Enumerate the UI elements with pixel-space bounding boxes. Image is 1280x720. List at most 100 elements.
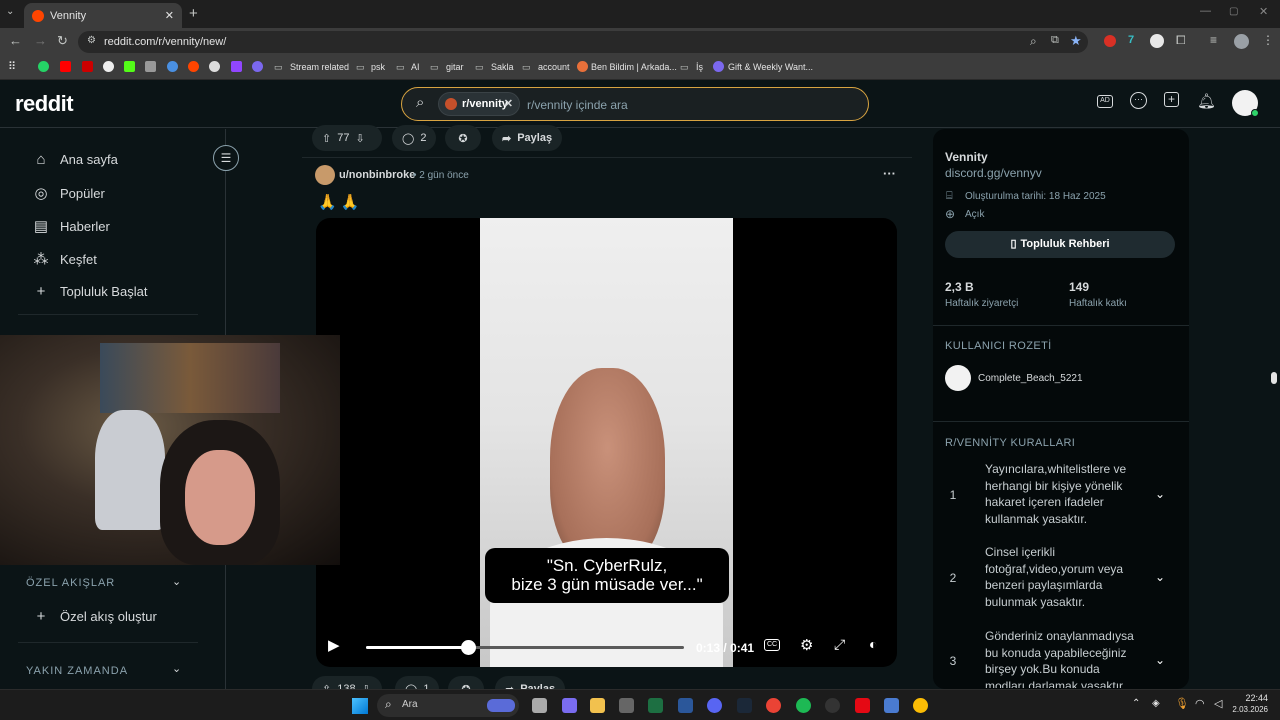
- extensions-puzzle-icon[interactable]: ⧠: [1176, 33, 1186, 48]
- bookmark-icon[interactable]: [82, 61, 93, 72]
- apps-grid-icon[interactable]: ⠿: [8, 60, 16, 73]
- reddit-icon[interactable]: [188, 61, 199, 72]
- minimize-icon[interactable]: —: [1200, 5, 1211, 17]
- clock-date[interactable]: 2.03.2026: [1228, 705, 1268, 714]
- url-field[interactable]: ⚙ reddit.com/r/vennity/new/ ⌕ ⧉ ★: [78, 31, 1088, 53]
- nav-start-community[interactable]: + Topluluk Başlat: [32, 283, 148, 300]
- browser-tab[interactable]: Vennity ✕: [24, 3, 182, 28]
- upvote-icon[interactable]: ⇧: [322, 132, 331, 145]
- community-guide-button[interactable]: ▯ Topluluk Rehberi: [945, 231, 1175, 258]
- bookmark-icon[interactable]: [167, 61, 178, 72]
- microphone-icon[interactable]: 🎙︎: [1175, 697, 1189, 710]
- new-tab-icon[interactable]: +: [189, 5, 198, 22]
- tab-list-icon[interactable]: ⌄: [6, 6, 14, 17]
- user-avatar[interactable]: [1232, 90, 1259, 117]
- whatsapp-icon[interactable]: [38, 61, 49, 72]
- copilot-icon[interactable]: [562, 698, 577, 713]
- comments-button[interactable]: ◯ 2: [392, 125, 437, 151]
- video-scrubber-handle[interactable]: [460, 640, 476, 655]
- video-player[interactable]: "Sn. CyberRulz, bize 3 gün müsade ver...…: [316, 218, 897, 667]
- captions-icon[interactable]: CC: [764, 639, 780, 651]
- community-link[interactable]: discord.gg/vennyv: [945, 166, 1042, 180]
- discord-icon[interactable]: [707, 698, 722, 713]
- reddit-logo[interactable]: reddit: [15, 91, 74, 117]
- spotify-icon[interactable]: [796, 698, 811, 713]
- browser-menu-icon[interactable]: ⋮: [1262, 33, 1274, 47]
- more-options-icon[interactable]: ···: [883, 166, 896, 181]
- nav-popular[interactable]: ◎ Popüler: [32, 184, 104, 202]
- page-scrollbar-thumb[interactable]: [1271, 372, 1277, 384]
- tray-overflow-icon[interactable]: ⌃: [1132, 698, 1140, 709]
- rule-item[interactable]: 1 Yayıncılara,whitelistlere ve herhangi …: [945, 461, 1177, 531]
- bookmark-folder[interactable]: Stream related: [290, 62, 349, 72]
- bookmark-folder[interactable]: account: [538, 62, 570, 72]
- speaker-icon[interactable]: ◁: [1214, 697, 1222, 710]
- collapse-sidebar-icon[interactable]: ☰: [213, 145, 239, 171]
- steam-tray-icon[interactable]: ◈: [1152, 698, 1160, 709]
- back-icon[interactable]: ←: [9, 33, 22, 48]
- site-info-icon[interactable]: ⚙: [87, 35, 96, 46]
- subreddit-chip[interactable]: r/vennity ✕: [438, 92, 520, 116]
- bookmark-icon[interactable]: [103, 61, 114, 72]
- nav-news[interactable]: ▤ Haberler: [32, 217, 110, 235]
- create-post-icon[interactable]: +: [1164, 92, 1179, 107]
- rule-item[interactable]: 3 Gönderiniz onaylanmadıysa bu konuda ya…: [945, 628, 1177, 688]
- reading-list-icon[interactable]: ≡: [1210, 33, 1217, 47]
- windows-start-icon[interactable]: [352, 698, 368, 714]
- chevron-down-icon[interactable]: ⌄: [1155, 653, 1165, 667]
- app-icon[interactable]: [825, 698, 840, 713]
- author-avatar[interactable]: [315, 165, 335, 185]
- rule-item[interactable]: 2 Cinsel içerikli fotoğraf,video,yorum v…: [945, 544, 1177, 614]
- netflix-icon[interactable]: [855, 698, 870, 713]
- chrome-icon[interactable]: [766, 698, 781, 713]
- nav-explore[interactable]: ⁂ Keşfet: [32, 250, 97, 268]
- volume-icon[interactable]: ◐: [869, 636, 877, 652]
- extension-icon[interactable]: 7: [1128, 34, 1134, 46]
- file-explorer-icon[interactable]: [590, 698, 605, 713]
- chip-close-icon[interactable]: ✕: [504, 97, 513, 110]
- advertise-icon[interactable]: AD: [1097, 95, 1113, 108]
- bookmark-link[interactable]: Ben Bildim | Arkada...: [591, 62, 677, 72]
- award-button[interactable]: ✪: [445, 125, 481, 151]
- bookmark-folder[interactable]: gitar: [446, 62, 464, 72]
- extension-icon[interactable]: [1150, 34, 1164, 48]
- post-author[interactable]: u/nonbinbroke: [339, 169, 415, 181]
- task-view-icon[interactable]: [532, 698, 547, 713]
- bookmark-folder[interactable]: psk: [371, 62, 385, 72]
- reload-icon[interactable]: ↻: [57, 33, 68, 49]
- custom-feeds-heading[interactable]: ÖZEL AKIŞLAR: [26, 577, 115, 589]
- app-icon[interactable]: [619, 698, 634, 713]
- badge-username[interactable]: Complete_Beach_5221: [978, 373, 1083, 384]
- chevron-down-icon[interactable]: ⌄: [1155, 487, 1165, 501]
- app-icon[interactable]: [884, 698, 899, 713]
- bookmark-link[interactable]: Gift & Weekly Want...: [728, 62, 813, 72]
- downvote-icon[interactable]: ⇩: [355, 132, 364, 145]
- close-window-icon[interactable]: ✕: [1259, 5, 1268, 18]
- profile-avatar[interactable]: [1234, 34, 1249, 49]
- bookmark-folder[interactable]: AI: [411, 62, 420, 72]
- notifications-bell-icon[interactable]: 🔔︎: [1197, 92, 1216, 110]
- recent-heading[interactable]: YAKIN ZAMANDA: [26, 665, 128, 677]
- extension-icon[interactable]: [1104, 35, 1116, 47]
- chevron-down-icon[interactable]: ⌄: [172, 575, 181, 588]
- create-custom-feed[interactable]: + Özel akış oluştur: [32, 608, 157, 625]
- video-progress-track[interactable]: [366, 640, 684, 655]
- excel-icon[interactable]: [648, 698, 663, 713]
- kick-icon[interactable]: [124, 61, 135, 72]
- steam-icon[interactable]: [737, 698, 752, 713]
- maximize-icon[interactable]: ▢: [1229, 6, 1238, 17]
- bookmark-icon[interactable]: [145, 61, 156, 72]
- bookmark-folder[interactable]: Sakla: [491, 62, 514, 72]
- chevron-down-icon[interactable]: ⌄: [1155, 570, 1165, 584]
- youtube-icon[interactable]: [60, 61, 71, 72]
- github-icon[interactable]: [209, 61, 220, 72]
- search-bar[interactable]: ⌕ r/vennity ✕ r/vennity içinde ara: [401, 87, 869, 121]
- wifi-icon[interactable]: ◠: [1195, 697, 1205, 710]
- play-icon[interactable]: ▶: [328, 636, 340, 654]
- close-tab-icon[interactable]: ✕: [165, 9, 174, 22]
- forward-icon[interactable]: →: [34, 33, 47, 48]
- chevron-down-icon[interactable]: ⌄: [172, 662, 181, 675]
- taskbar-search[interactable]: ⌕ Ara: [377, 694, 519, 717]
- fullscreen-icon[interactable]: ⤢: [834, 636, 845, 653]
- zoom-icon[interactable]: ⌕: [1030, 34, 1037, 49]
